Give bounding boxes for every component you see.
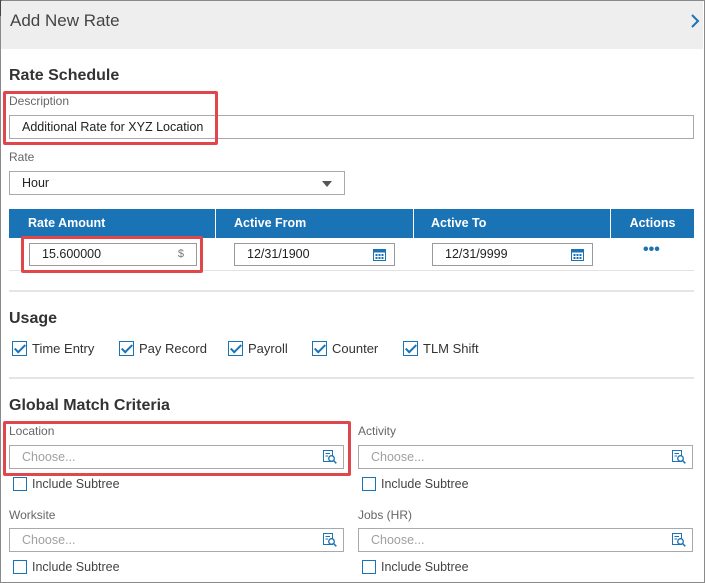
activity-label: Activity xyxy=(358,424,397,438)
checkbox-checked[interactable] xyxy=(312,340,327,356)
rate-amount-highlight xyxy=(21,236,203,273)
usage-label: Time Entry xyxy=(32,340,95,356)
include-subtree-label: Include Subtree xyxy=(32,477,120,491)
checkbox-unchecked[interactable] xyxy=(362,477,376,491)
dialog-header: Add New Rate xyxy=(1,1,703,49)
active-to-input[interactable]: 12/31/9999 xyxy=(432,243,593,266)
jobs-hr-label: Jobs (HR) xyxy=(358,508,413,522)
activity-include-subtree[interactable]: Include Subtree xyxy=(362,476,469,492)
search-list-icon[interactable] xyxy=(323,533,337,547)
search-list-icon[interactable] xyxy=(672,533,686,547)
column-active-to: Active To xyxy=(414,209,611,238)
calendar-icon[interactable] xyxy=(373,248,386,261)
usage-counter[interactable]: Counter xyxy=(312,339,378,357)
usage-label: Payroll xyxy=(248,340,288,356)
usage-label: Counter xyxy=(332,340,379,356)
calendar-icon[interactable] xyxy=(571,248,584,261)
checkbox-checked[interactable] xyxy=(403,340,418,356)
column-active-from: Active From xyxy=(216,209,414,238)
search-list-icon[interactable] xyxy=(672,450,686,464)
usage-pay-record[interactable]: Pay Record xyxy=(119,339,207,357)
worksite-label: Worksite xyxy=(9,508,56,522)
jobs-hr-placeholder: Choose... xyxy=(371,533,425,547)
worksite-include-subtree[interactable]: Include Subtree xyxy=(13,559,120,575)
rate-table-header: Rate Amount Active From Active To Action… xyxy=(9,209,694,238)
column-actions: Actions xyxy=(629,216,676,230)
checkbox-unchecked[interactable] xyxy=(13,560,27,574)
usage-payroll[interactable]: Payroll xyxy=(228,339,288,357)
checkbox-checked[interactable] xyxy=(12,340,27,356)
checkbox-checked[interactable] xyxy=(119,340,134,356)
actions-ellipsis-icon[interactable]: ••• xyxy=(643,241,660,259)
section-divider xyxy=(9,377,694,379)
activity-input[interactable]: Choose... xyxy=(358,445,693,469)
active-to-value: 12/31/9999 xyxy=(445,247,508,261)
usage-heading: Usage xyxy=(9,310,58,327)
jobs-hr-include-subtree[interactable]: Include Subtree xyxy=(362,559,469,575)
location-include-subtree[interactable]: Include Subtree xyxy=(13,476,120,492)
include-subtree-label: Include Subtree xyxy=(381,560,469,574)
usage-tlm-shift[interactable]: TLM Shift xyxy=(403,339,479,357)
chevron-right-icon[interactable] xyxy=(689,12,701,30)
location-highlight xyxy=(3,421,351,476)
usage-time-entry[interactable]: Time Entry xyxy=(12,339,94,357)
worksite-input[interactable]: Choose... xyxy=(9,528,344,552)
rate-label: Rate xyxy=(9,150,35,164)
rate-dropdown[interactable]: Hour xyxy=(9,171,345,195)
rate-schedule-heading: Rate Schedule xyxy=(9,67,120,84)
rate-dropdown-value: Hour xyxy=(22,176,50,190)
column-rate-amount: Rate Amount xyxy=(9,209,216,238)
include-subtree-label: Include Subtree xyxy=(32,560,120,574)
global-match-heading: Global Match Criteria xyxy=(9,397,170,414)
include-subtree-label: Include Subtree xyxy=(381,477,469,491)
worksite-placeholder: Choose... xyxy=(22,533,76,547)
active-from-value: 12/31/1900 xyxy=(247,247,310,261)
usage-label: Pay Record xyxy=(139,340,207,356)
section-divider xyxy=(9,290,694,292)
active-from-input[interactable]: 12/31/1900 xyxy=(234,243,395,266)
usage-label: TLM Shift xyxy=(423,340,479,356)
dialog-title: Add New Rate xyxy=(10,11,120,30)
checkbox-unchecked[interactable] xyxy=(13,477,27,491)
activity-placeholder: Choose... xyxy=(371,450,425,464)
checkbox-checked[interactable] xyxy=(228,340,243,356)
checkbox-unchecked[interactable] xyxy=(362,560,376,574)
jobs-hr-input[interactable]: Choose... xyxy=(358,528,693,552)
caret-down-icon xyxy=(322,181,332,187)
description-highlight xyxy=(3,91,218,145)
